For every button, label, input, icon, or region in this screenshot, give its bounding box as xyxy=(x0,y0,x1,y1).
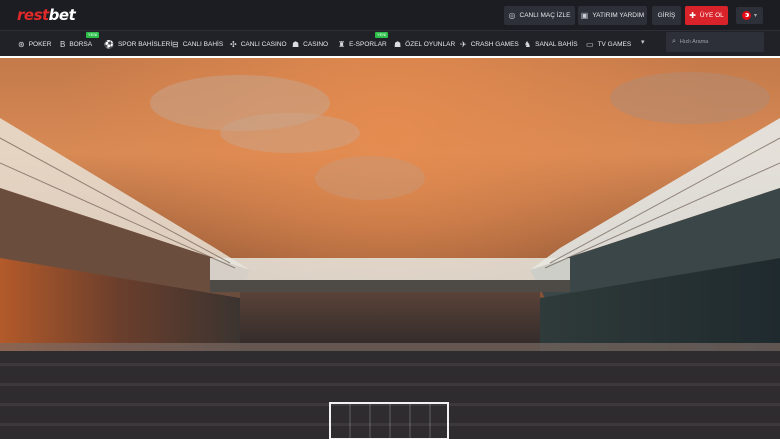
nav-item-sports[interactable]: ⚽ SPOR BAHİSLERİ xyxy=(104,31,172,57)
top-bar: restbet ◎ CANLI MAÇ İZLE ▣ YATIRIM YARDIM … xyxy=(0,0,780,30)
esports-icon: ♜ xyxy=(338,39,346,49)
live-icon: ⊟ xyxy=(172,39,179,49)
nav-item-virtual-betting[interactable]: ♞ SANAL BAHİS xyxy=(524,31,578,57)
more-caret-icon[interactable]: ▾ xyxy=(641,38,645,46)
ball-icon: ⚽ xyxy=(104,39,114,49)
chevron-down-icon: ▾ xyxy=(753,13,757,19)
turkey-flag-icon xyxy=(741,11,751,20)
hero-banner[interactable] xyxy=(0,58,780,439)
live-match-button[interactable]: ◎ CANLI MAÇ İZLE xyxy=(504,6,575,25)
quick-search[interactable]: ⌕ xyxy=(666,32,764,52)
nav-item-poker[interactable]: ⊛ POKER xyxy=(18,31,51,57)
login-button[interactable]: GİRİŞ xyxy=(652,6,681,25)
deposit-help-button[interactable]: ▣ YATIRIM YARDIM xyxy=(578,6,647,25)
nav-item-casino[interactable]: ☗ CASINO xyxy=(292,31,328,57)
stadium-illustration xyxy=(0,72,780,439)
tv-icon: ▭ xyxy=(586,39,594,49)
nav-item-tv-games[interactable]: ▭ TV GAMES xyxy=(586,31,631,57)
tv-icon: ◎ xyxy=(508,11,516,20)
language-selector[interactable]: ▾ xyxy=(736,7,763,24)
nav-item-crash-games[interactable]: ✈ CRASH GAMES xyxy=(460,31,519,57)
search-icon: ⌕ xyxy=(672,38,676,45)
bitcoin-icon: B xyxy=(60,39,66,49)
virtual-icon: ♞ xyxy=(524,39,532,49)
register-button[interactable]: ✚ ÜYE OL xyxy=(685,6,728,25)
logo[interactable]: restbet xyxy=(17,6,76,24)
main-nav: ⊛ POKER B BORSA YENİ ⚽ SPOR BAHİSLERİ ⊟ CANL… xyxy=(0,30,780,56)
wallet-icon: ▣ xyxy=(580,11,589,20)
nav-item-special-games[interactable]: ☗ ÖZEL OYUNLAR xyxy=(394,31,455,57)
casino-icon: ☗ xyxy=(292,39,300,49)
new-badge: YENİ xyxy=(375,32,389,38)
nav-item-live-betting[interactable]: ⊟ CANLI BAHİS xyxy=(172,31,223,57)
search-input[interactable] xyxy=(679,39,758,45)
rocket-icon: ✈ xyxy=(460,39,467,49)
cards-icon: ✣ xyxy=(230,39,237,49)
special-icon: ☗ xyxy=(394,39,402,49)
new-badge: YENİ xyxy=(86,32,100,38)
nav-item-live-casino[interactable]: ✣ CANLI CASINO xyxy=(230,31,287,57)
plus-icon: ✚ xyxy=(689,11,696,20)
chip-icon: ⊛ xyxy=(18,39,25,49)
